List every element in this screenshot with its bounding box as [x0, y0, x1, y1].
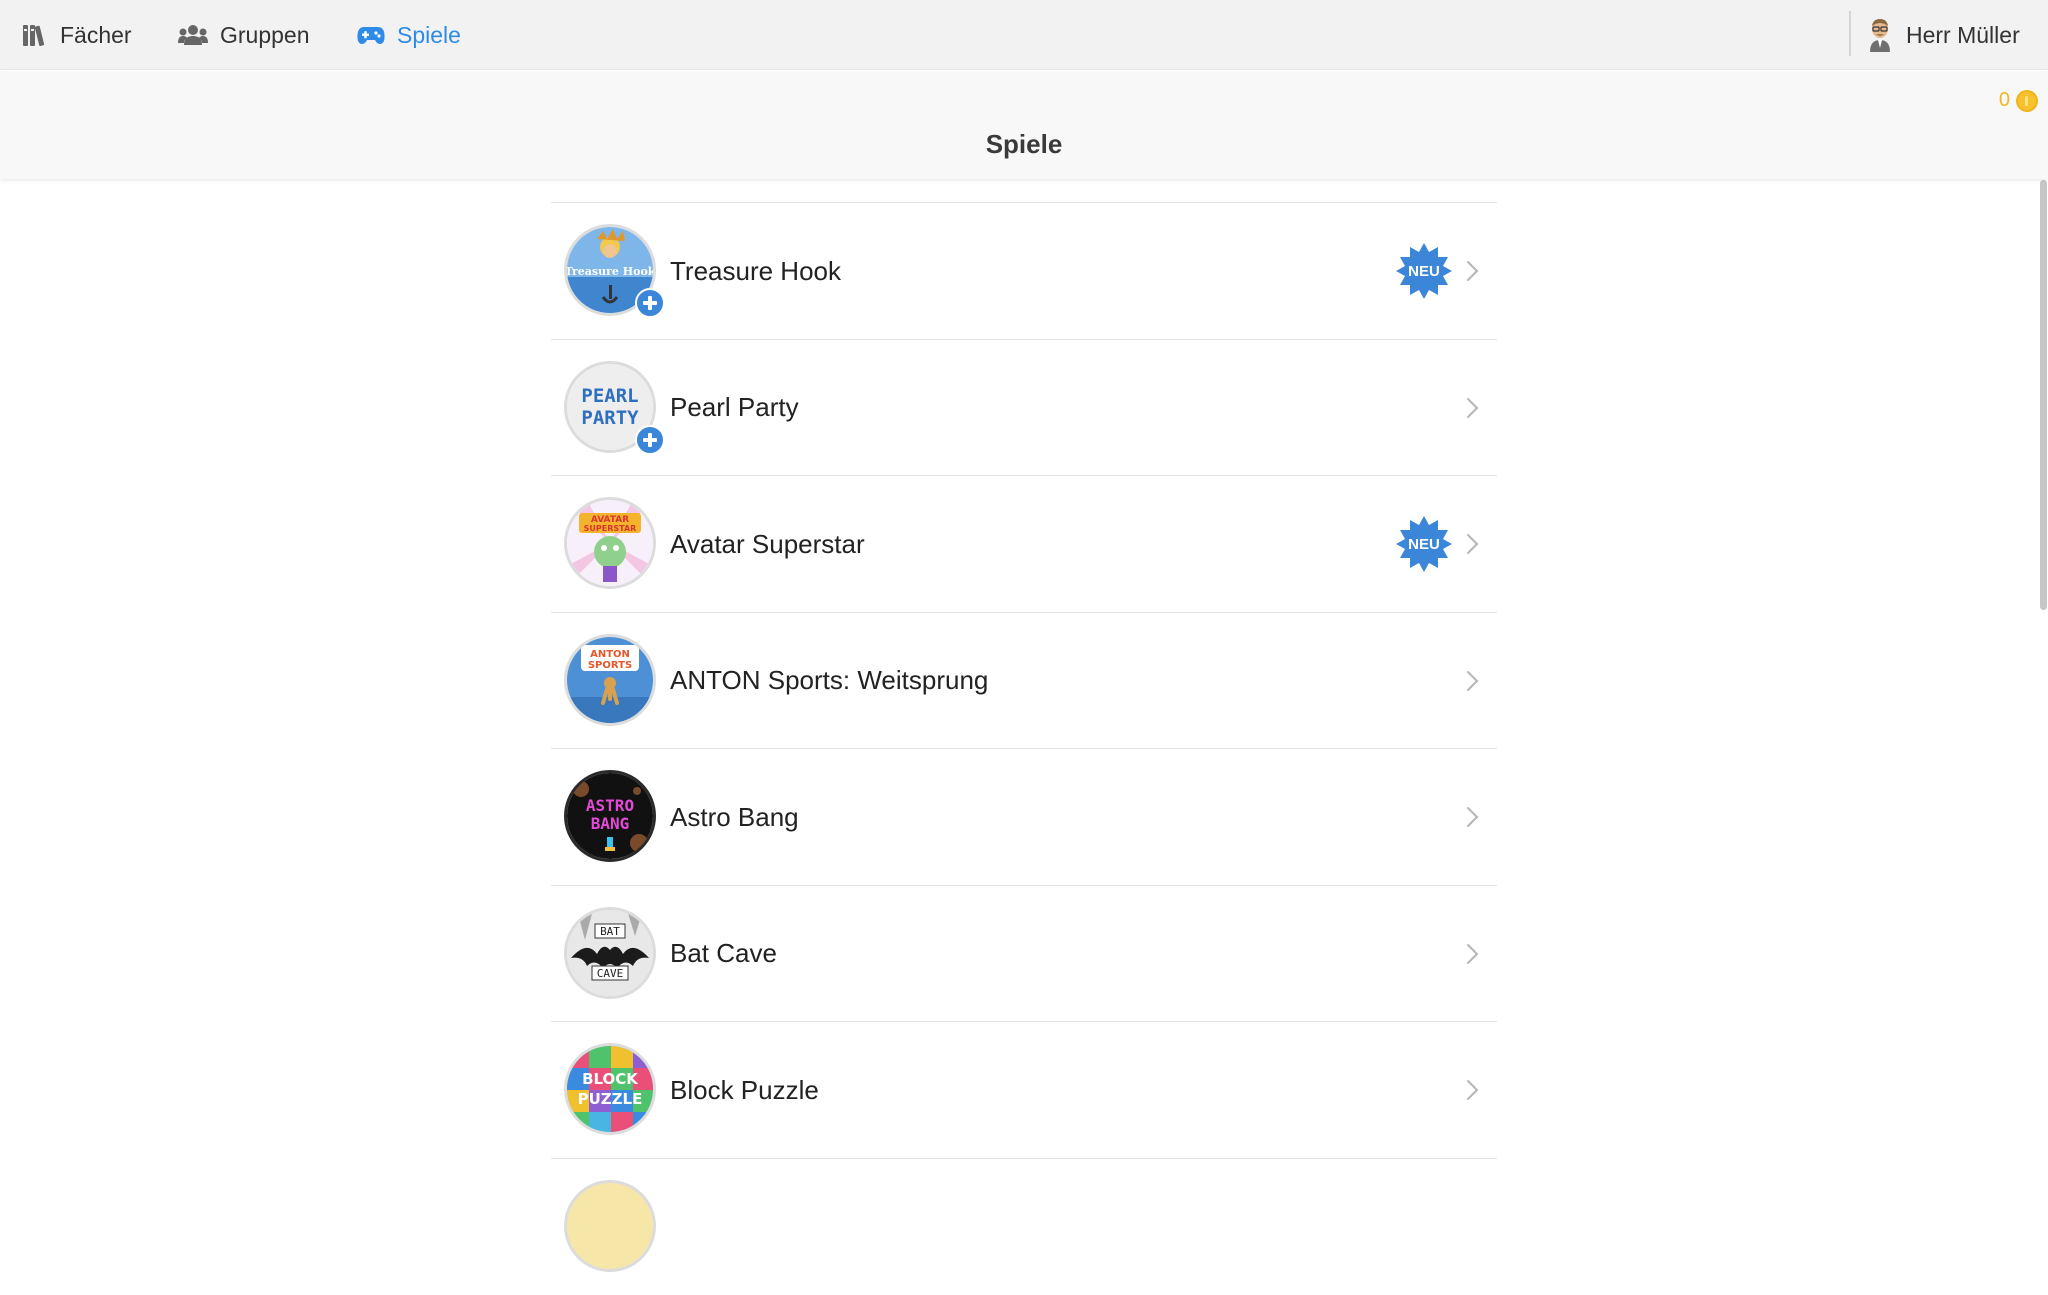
next-game-icon — [564, 1180, 656, 1272]
game-row-treasure-hook[interactable]: Treasure Hook Treasure Hook NEU — [551, 203, 1497, 340]
game-row-next[interactable] — [551, 1159, 1497, 1295]
scrollbar-thumb[interactable] — [2040, 180, 2047, 610]
teacher-avatar-icon — [1868, 18, 1892, 52]
nav-divider — [1849, 11, 1851, 56]
svg-text:PARTY: PARTY — [581, 407, 639, 429]
top-navigation: Fächer Gruppen Spiele — [0, 0, 2048, 70]
bat-cave-icon: BAT CAVE — [564, 907, 656, 999]
avatar-superstar-icon: AVATAR SUPERSTAR — [564, 497, 656, 589]
page-title: Spiele — [0, 129, 2048, 160]
svg-text:BAT: BAT — [600, 925, 620, 938]
svg-text:SPORTS: SPORTS — [588, 660, 632, 671]
svg-text:BLOCK: BLOCK — [582, 1070, 639, 1088]
svg-text:Treasure Hook: Treasure Hook — [567, 265, 653, 278]
game-title: Block Puzzle — [670, 1022, 819, 1158]
game-title: Pearl Party — [670, 340, 799, 476]
game-row-avatar-superstar[interactable]: AVATAR SUPERSTAR Avatar Superstar NEU — [551, 476, 1497, 613]
astro-bang-icon: ASTRO BANG — [564, 770, 656, 862]
add-game-button[interactable] — [635, 288, 665, 318]
new-badge: NEU — [1396, 243, 1452, 299]
chevron-right-icon — [1461, 396, 1483, 420]
games-list: Treasure Hook Treasure Hook NEU PEARL PA… — [551, 202, 1497, 1295]
chevron-right-icon — [1461, 259, 1483, 283]
user-name: Herr Müller — [1906, 22, 2020, 49]
game-row-anton-sports[interactable]: ANTON SPORTS ANTON Sports: Weitsprung — [551, 613, 1497, 750]
nav-item-spiele[interactable]: Spiele — [357, 0, 461, 70]
svg-text:PEARL: PEARL — [581, 385, 638, 407]
block-puzzle-icon: BLOCK PUZZLE — [564, 1043, 656, 1135]
svg-text:PUZZLE: PUZZLE — [578, 1090, 643, 1108]
chevron-right-icon — [1461, 532, 1483, 556]
new-badge-label: NEU — [1396, 243, 1452, 299]
game-row-pearl-party[interactable]: PEARL PARTY Pearl Party — [551, 340, 1497, 477]
chevron-right-icon — [1461, 942, 1483, 966]
game-row-astro-bang[interactable]: ASTRO BANG Astro Bang — [551, 749, 1497, 886]
page-header: 0 Spiele — [0, 71, 2048, 179]
nav-label: Spiele — [397, 22, 461, 49]
coin-icon — [2016, 90, 2038, 112]
new-badge: NEU — [1396, 516, 1452, 572]
nav-label: Gruppen — [220, 22, 310, 49]
game-row-bat-cave[interactable]: BAT CAVE Bat Cave — [551, 886, 1497, 1023]
coin-counter: 0 — [1999, 89, 2038, 112]
nav-item-faecher[interactable]: Fächer — [22, 0, 132, 70]
users-icon — [178, 24, 208, 46]
new-badge-label: NEU — [1396, 516, 1452, 572]
books-icon — [22, 23, 48, 47]
game-title: Treasure Hook — [670, 203, 841, 339]
game-title: Astro Bang — [670, 749, 799, 885]
chevron-right-icon — [1461, 669, 1483, 693]
game-row-block-puzzle[interactable]: BLOCK PUZZLE Block Puzzle — [551, 1022, 1497, 1159]
svg-text:SUPERSTAR: SUPERSTAR — [584, 524, 637, 533]
add-game-button[interactable] — [635, 425, 665, 455]
nav-label: Fächer — [60, 22, 132, 49]
game-title: Bat Cave — [670, 886, 777, 1022]
chevron-right-icon — [1461, 1078, 1483, 1102]
svg-text:ASTRO: ASTRO — [586, 796, 634, 815]
svg-text:ANTON: ANTON — [590, 649, 630, 660]
gamepad-icon — [357, 25, 385, 45]
nav-item-gruppen[interactable]: Gruppen — [178, 0, 310, 70]
svg-text:CAVE: CAVE — [597, 967, 624, 980]
game-title: ANTON Sports: Weitsprung — [670, 613, 988, 749]
user-menu[interactable]: Herr Müller — [1868, 0, 2020, 70]
coin-count: 0 — [1999, 89, 2010, 112]
anton-sports-icon: ANTON SPORTS — [564, 634, 656, 726]
chevron-right-icon — [1461, 805, 1483, 829]
svg-text:BANG: BANG — [591, 814, 630, 833]
game-title: Avatar Superstar — [670, 476, 865, 612]
